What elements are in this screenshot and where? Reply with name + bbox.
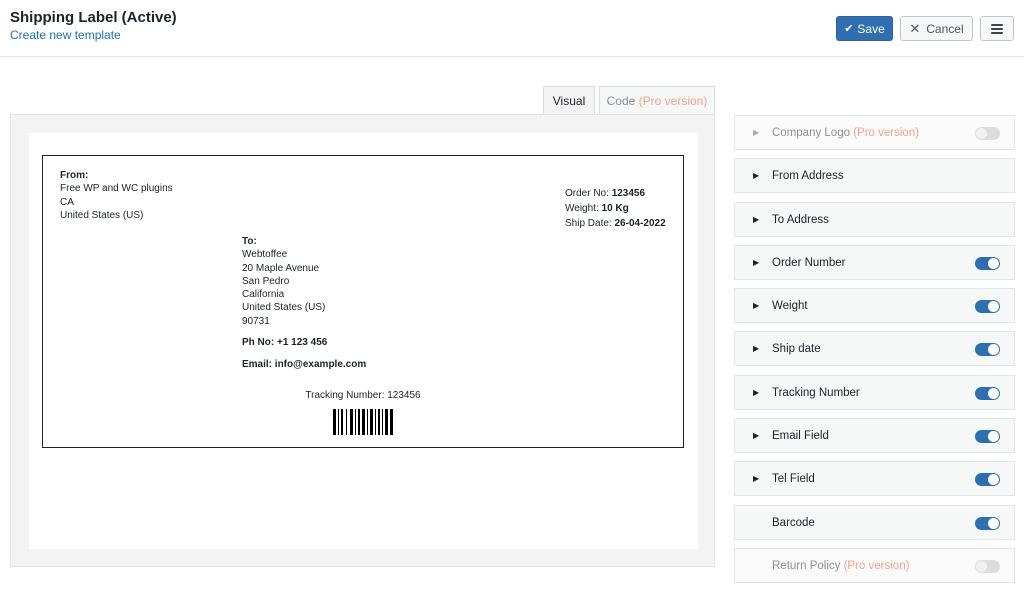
- field-weight[interactable]: ▶ Weight: [734, 288, 1015, 324]
- order-number-value: 123456: [611, 188, 646, 199]
- field-ship-date[interactable]: ▶ Ship date: [734, 331, 1015, 367]
- from-line: United States (US): [60, 209, 144, 221]
- email-field-toggle[interactable]: [975, 430, 1000, 444]
- company-logo-toggle[interactable]: [975, 127, 1000, 140]
- field-tel[interactable]: ▶ Tel Field: [734, 461, 1015, 497]
- triangle-right-icon: ▶: [753, 431, 760, 441]
- page-header: Shipping Label (Active) Create new templ…: [0, 0, 1024, 57]
- order-number-toggle[interactable]: [975, 256, 1000, 270]
- pro-version-note: (Pro version): [853, 127, 920, 139]
- field-email[interactable]: ▶ Email Field: [734, 418, 1015, 454]
- ship-date-line: Ship Date: 26-04-2022: [565, 218, 666, 229]
- ship-date-toggle[interactable]: [975, 343, 1000, 357]
- email-line: Email: info@example.com: [242, 359, 367, 370]
- checkmark-icon: ✔: [844, 23, 854, 35]
- to-heading: To:: [242, 236, 257, 247]
- field-label: Tel Field: [772, 473, 815, 486]
- field-label: Barcode: [772, 516, 815, 529]
- from-line: Free WP and WC plugins: [60, 183, 173, 195]
- weight-line: Weight: 10 Kg: [565, 203, 629, 214]
- field-label: Weight: [772, 300, 808, 313]
- field-barcode[interactable]: Barcode: [734, 504, 1015, 540]
- tracking-number-line: Tracking Number: 123456: [305, 390, 421, 401]
- hamburger-menu-icon: [991, 23, 1003, 34]
- triangle-right-icon: ▶: [753, 387, 760, 397]
- field-label: Company Logo: [772, 127, 850, 139]
- barcode-toggle[interactable]: [975, 516, 1000, 530]
- tel-field-toggle[interactable]: [975, 473, 1000, 487]
- triangle-right-icon: ▶: [753, 257, 760, 267]
- cancel-button[interactable]: ✕ Cancel: [900, 16, 973, 41]
- triangle-right-icon: ▶: [753, 301, 760, 311]
- barcode-image: [333, 409, 393, 435]
- order-info-block: Order No: 123456 Weight: 10 Kg Ship Date…: [565, 186, 666, 231]
- weight-value: 10 Kg: [601, 203, 629, 214]
- ship-date-value: 26-04-2022: [614, 218, 666, 229]
- from-address-block: From: Free WP and WC plugins CA United S…: [60, 169, 173, 222]
- to-line: United States (US): [242, 302, 326, 314]
- cancel-button-label: Cancel: [926, 21, 964, 36]
- triangle-right-icon: ▶: [753, 128, 760, 137]
- label-preview-area: From: Free WP and WC plugins CA United S…: [10, 114, 715, 567]
- field-company-logo[interactable]: ▶ Company Logo (Pro version): [734, 115, 1015, 150]
- tab-code-label: Code: [606, 94, 636, 108]
- field-return-policy[interactable]: Return Policy (Pro version): [734, 547, 1015, 583]
- triangle-right-icon: ▶: [753, 171, 760, 181]
- return-policy-toggle[interactable]: [975, 559, 1000, 573]
- tab-code[interactable]: Code (Pro version): [599, 86, 715, 115]
- label-preview-canvas: From: Free WP and WC plugins CA United S…: [29, 133, 698, 549]
- create-new-template-link[interactable]: Create new template: [10, 28, 121, 42]
- tracking-number-toggle[interactable]: [975, 386, 1000, 400]
- field-label: To Address: [772, 213, 829, 226]
- triangle-right-icon: ▶: [753, 214, 760, 224]
- order-number-line: Order No: 123456: [565, 188, 646, 199]
- to-address-block: To: Webtoffee 20 Maple Avenue San Pedro …: [242, 235, 325, 328]
- triangle-right-icon: ▶: [753, 344, 760, 354]
- close-icon: ✕: [909, 20, 921, 36]
- to-line: California: [242, 289, 285, 301]
- save-button-label: Save: [857, 21, 885, 36]
- to-line: Webtoffee: [242, 249, 288, 261]
- page-title: Shipping Label (Active): [10, 9, 177, 26]
- to-line: 90731: [242, 315, 270, 327]
- shipping-label: From: Free WP and WC plugins CA United S…: [42, 155, 684, 448]
- weight-toggle[interactable]: [975, 300, 1000, 314]
- field-tracking-number[interactable]: ▶ Tracking Number: [734, 374, 1015, 410]
- to-line: San Pedro: [242, 275, 290, 287]
- tab-visual[interactable]: Visual: [543, 86, 595, 115]
- field-label: Tracking Number: [772, 386, 860, 399]
- tab-code-pro-note: (Pro version): [638, 94, 708, 108]
- field-order-number[interactable]: ▶ Order Number: [734, 244, 1015, 280]
- field-label: Email Field: [772, 430, 829, 443]
- field-label: Order Number: [772, 256, 846, 269]
- field-label: Return Policy: [772, 559, 841, 572]
- from-heading: From:: [60, 170, 89, 181]
- menu-button[interactable]: [980, 16, 1014, 41]
- field-label: Ship date: [772, 343, 821, 356]
- from-line: CA: [60, 196, 74, 208]
- field-label: From Address: [772, 170, 844, 183]
- triangle-right-icon: ▶: [753, 474, 760, 484]
- field-from-address[interactable]: ▶ From Address: [734, 158, 1015, 194]
- tab-visual-label: Visual: [552, 94, 586, 108]
- field-to-address[interactable]: ▶ To Address: [734, 201, 1015, 237]
- label-fields-panel: ▶ Company Logo (Pro version) ▶ From Addr…: [734, 115, 1015, 589]
- to-line: 20 Maple Avenue: [242, 262, 320, 274]
- phone-line: Ph No: +1 123 456: [242, 337, 328, 348]
- pro-version-note: (Pro version): [843, 559, 910, 572]
- save-button[interactable]: ✔ Save: [836, 16, 893, 41]
